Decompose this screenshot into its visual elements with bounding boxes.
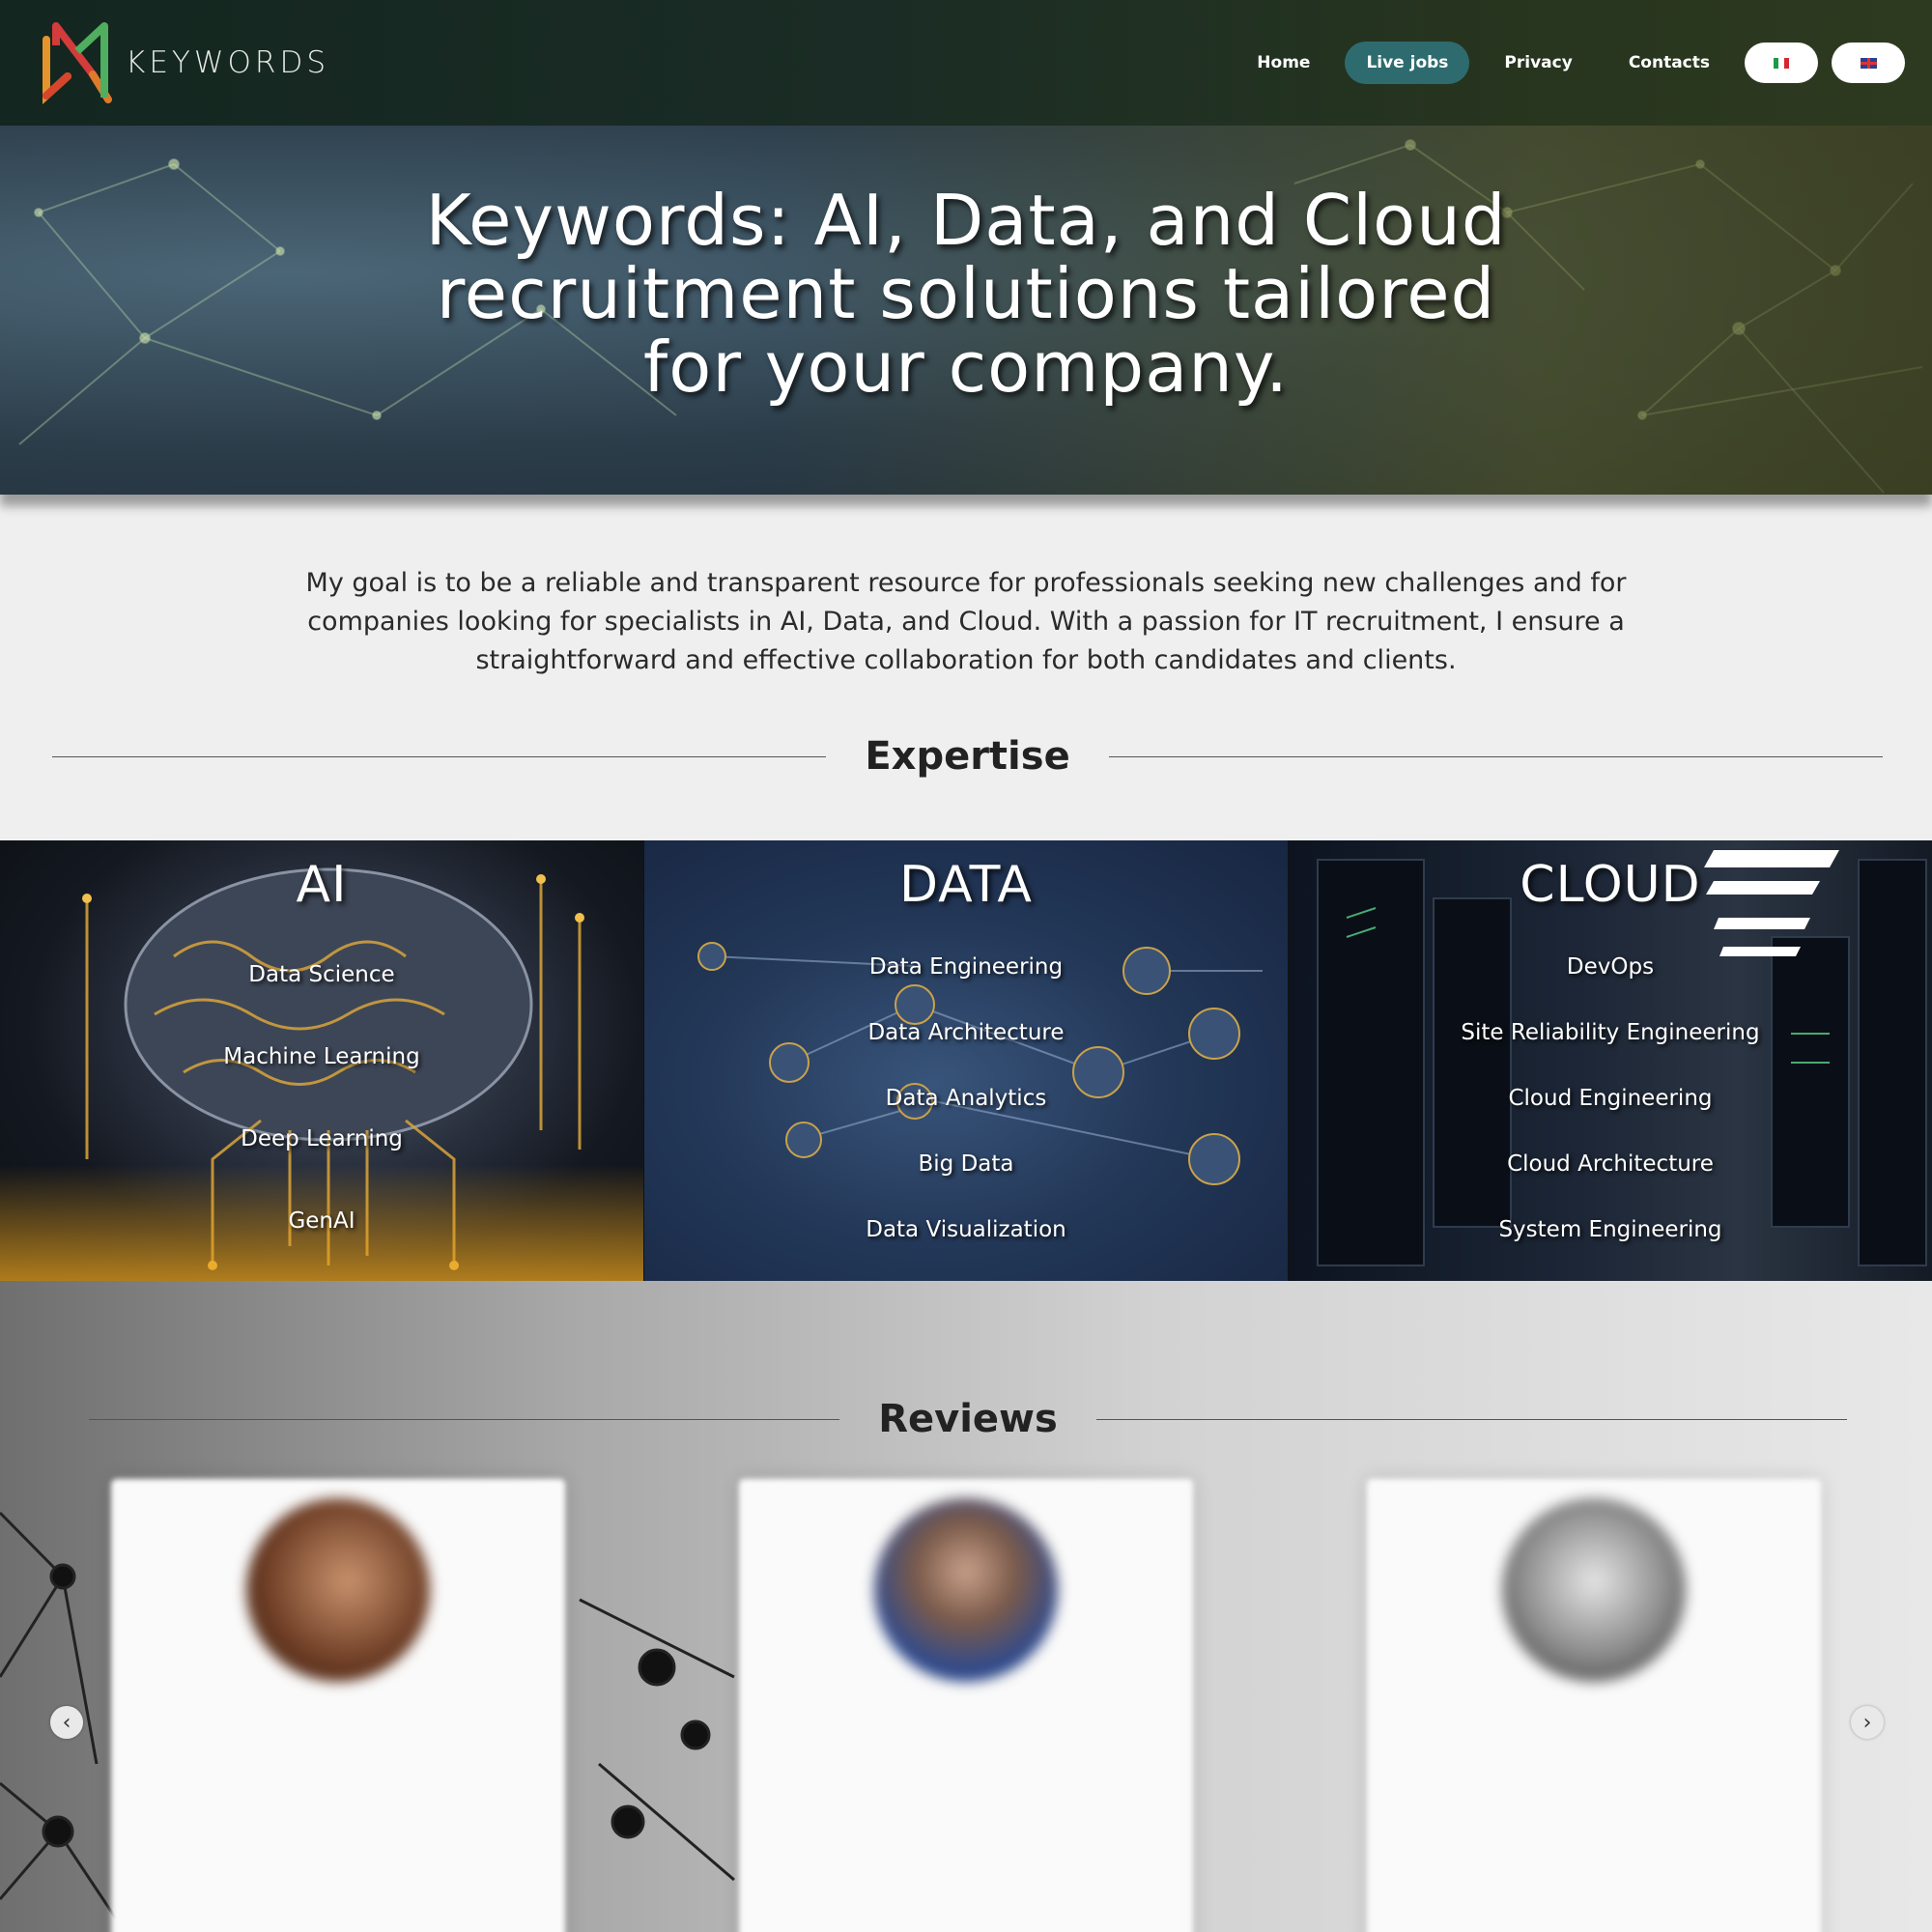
carousel-prev-button[interactable]: ‹	[50, 1706, 83, 1739]
expertise-list: DevOps Site Reliability Engineering Clou…	[1289, 954, 1932, 1281]
uk-flag-icon	[1860, 57, 1877, 69]
expertise-item: Data Architecture	[867, 1020, 1065, 1045]
chevron-right-icon: ›	[1862, 1710, 1872, 1735]
review-card[interactable]	[1367, 1479, 1821, 1932]
language-italian-button[interactable]	[1745, 43, 1818, 83]
expertise-item: Site Reliability Engineering	[1461, 1020, 1760, 1045]
reviews-section: Reviews ‹ ›	[0, 1281, 1932, 1932]
expertise-item: System Engineering	[1498, 1217, 1722, 1242]
expertise-card-ai[interactable]: AI Data Science Machine Learning Deep Le…	[0, 840, 643, 1281]
nav-link-privacy[interactable]: Privacy	[1483, 42, 1593, 84]
expertise-cards: AI Data Science Machine Learning Deep Le…	[0, 840, 1932, 1281]
keywords-logo-icon	[43, 22, 112, 105]
brand-logo[interactable]: KEYWORDS	[39, 13, 329, 113]
chevron-left-icon: ‹	[62, 1710, 71, 1735]
intro-paragraph: My goal is to be a reliable and transpar…	[305, 568, 1627, 675]
expertise-list: Data Science Machine Learning Deep Learn…	[0, 962, 643, 1281]
expertise-title: Expertise	[865, 734, 1070, 779]
expertise-item: Cloud Engineering	[1508, 1086, 1713, 1111]
expertise-item: GenAI	[288, 1208, 355, 1234]
expertise-item: Data Engineering	[868, 954, 1064, 980]
review-card[interactable]	[111, 1479, 565, 1932]
expertise-card-title: AI	[296, 856, 348, 914]
expertise-card-title: DATA	[899, 856, 1033, 914]
divider-line	[1108, 755, 1884, 757]
reviews-title: Reviews	[878, 1397, 1058, 1441]
divider-line	[1095, 1418, 1848, 1420]
expertise-item: Machine Learning	[223, 1044, 420, 1069]
hero-title: Keywords: AI, Data, and Cloud recruitmen…	[425, 180, 1507, 408]
nav-link-contacts[interactable]: Contacts	[1607, 42, 1731, 84]
divider-line	[89, 1418, 840, 1420]
reviews-heading: Reviews	[89, 1397, 1848, 1441]
expertise-item: Data Analytics	[885, 1086, 1047, 1111]
carousel-next-button[interactable]: ›	[1851, 1706, 1884, 1739]
divider-line	[52, 755, 827, 757]
reviewer-avatar	[1502, 1498, 1686, 1682]
expertise-item: Deep Learning	[241, 1126, 403, 1151]
main-menu: Home Live jobs Privacy Contacts	[1236, 42, 1905, 84]
language-english-button[interactable]	[1832, 43, 1905, 83]
nav-link-home[interactable]: Home	[1236, 42, 1331, 84]
top-navbar: KEYWORDS Home Live jobs Privacy Contacts	[0, 0, 1932, 126]
expertise-heading: Expertise	[52, 734, 1884, 779]
expertise-card-data[interactable]: DATA Data Engineering Data Architecture …	[643, 840, 1288, 1281]
expertise-list: Data Engineering Data Architecture Data …	[644, 954, 1288, 1281]
nav-link-live-jobs[interactable]: Live jobs	[1345, 42, 1470, 84]
reviewer-avatar	[874, 1498, 1058, 1682]
expertise-item: Data Science	[248, 962, 395, 987]
expertise-item: Cloud Architecture	[1507, 1151, 1714, 1177]
it-flag-icon	[1774, 57, 1789, 69]
expertise-item: Data Visualization	[866, 1217, 1066, 1242]
reviewer-avatar	[246, 1498, 430, 1682]
expertise-item: Big Data	[918, 1151, 1014, 1177]
review-card[interactable]	[739, 1479, 1193, 1932]
hero-banner: Keywords: AI, Data, and Cloud recruitmen…	[0, 126, 1932, 495]
brand-name: KEYWORDS	[126, 45, 329, 80]
expertise-card-title: CLOUD	[1520, 856, 1701, 914]
expertise-card-cloud[interactable]: CLOUD DevOps Site Reliability Engineerin…	[1288, 840, 1932, 1281]
expertise-item: DevOps	[1566, 954, 1655, 980]
